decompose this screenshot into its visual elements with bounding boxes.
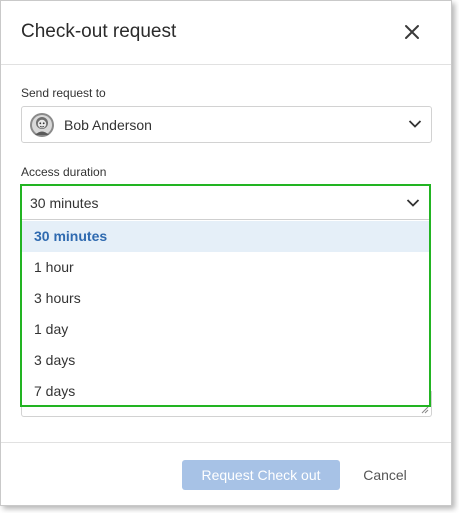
request-check-out-button[interactable]: Request Check out bbox=[182, 460, 340, 490]
duration-option[interactable]: 30 minutes bbox=[22, 221, 429, 252]
duration-label: Access duration bbox=[21, 165, 107, 179]
check-out-dialog: Check-out request Send request to Bob An… bbox=[0, 0, 452, 506]
dialog-header: Check-out request bbox=[1, 1, 451, 65]
recipient-name: Bob Anderson bbox=[64, 117, 152, 133]
close-button[interactable] bbox=[399, 19, 425, 45]
close-icon bbox=[405, 25, 419, 39]
duration-select[interactable]: 30 minutes bbox=[22, 186, 429, 220]
recipient-label: Send request to bbox=[21, 86, 106, 100]
cancel-button[interactable]: Cancel bbox=[355, 460, 415, 490]
recipient-select[interactable]: Bob Anderson bbox=[21, 106, 432, 143]
resize-grip-icon[interactable] bbox=[421, 406, 429, 414]
user-avatar-icon bbox=[30, 113, 54, 137]
dialog-title: Check-out request bbox=[21, 21, 177, 42]
chevron-down-icon bbox=[408, 120, 422, 128]
duration-selected-value: 30 minutes bbox=[30, 195, 99, 211]
chevron-down-icon bbox=[406, 199, 420, 207]
duration-options-list: 30 minutes 1 hour 3 hours 1 day 3 days 7… bbox=[22, 221, 429, 407]
duration-option[interactable]: 3 days bbox=[22, 345, 429, 376]
duration-option[interactable]: 1 hour bbox=[22, 252, 429, 283]
duration-option[interactable]: 7 days bbox=[22, 376, 429, 407]
duration-option[interactable]: 3 hours bbox=[22, 283, 429, 314]
access-duration-dropdown: 30 minutes 30 minutes 1 hour 3 hours 1 d… bbox=[20, 184, 431, 407]
dialog-footer: Request Check out Cancel bbox=[1, 442, 451, 506]
duration-option[interactable]: 1 day bbox=[22, 314, 429, 345]
